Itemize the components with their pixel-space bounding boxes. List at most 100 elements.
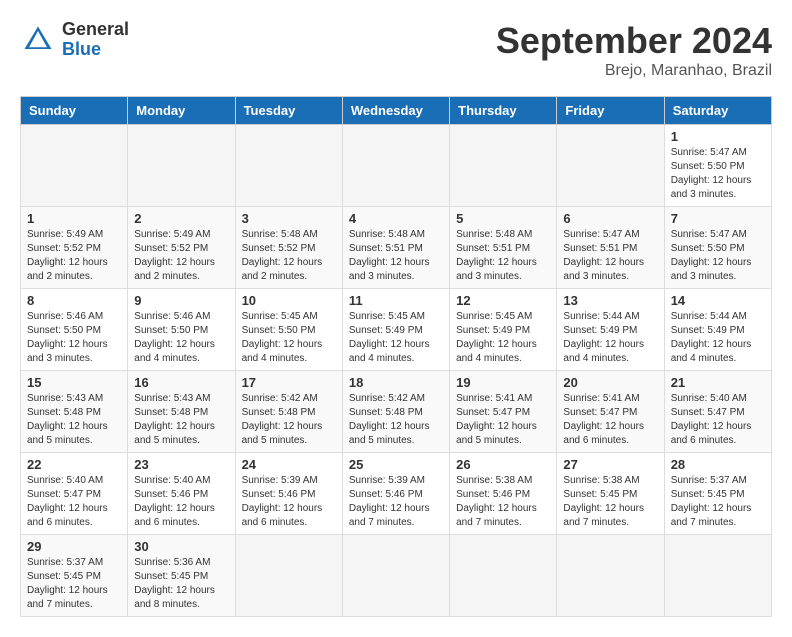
day-info: Sunrise: 5:48 AM Sunset: 5:51 PM Dayligh… <box>456 228 550 284</box>
day-info: Sunrise: 5:46 AM Sunset: 5:50 PM Dayligh… <box>27 310 121 366</box>
calendar-cell: 14 Sunrise: 5:44 AM Sunset: 5:49 PM Dayli… <box>664 289 771 371</box>
calendar-cell <box>557 535 664 617</box>
day-number: 6 <box>563 211 657 226</box>
calendar-header-row: SundayMondayTuesdayWednesdayThursdayFrid… <box>21 97 772 125</box>
calendar-cell <box>128 125 235 207</box>
calendar-cell: 30 Sunrise: 5:36 AM Sunset: 5:45 PM Dayli… <box>128 535 235 617</box>
day-number: 13 <box>563 293 657 308</box>
day-info: Sunrise: 5:37 AM Sunset: 5:45 PM Dayligh… <box>27 556 121 612</box>
day-info: Sunrise: 5:47 AM Sunset: 5:50 PM Dayligh… <box>671 146 765 202</box>
calendar-cell: 26Sunrise: 5:38 AM Sunset: 5:46 PM Dayli… <box>450 453 557 535</box>
calendar-cell: 1Sunrise: 5:49 AM Sunset: 5:52 PM Daylig… <box>21 207 128 289</box>
day-number: 26 <box>456 457 550 472</box>
day-info: Sunrise: 5:45 AM Sunset: 5:49 PM Dayligh… <box>456 310 550 366</box>
day-number: 16 <box>134 375 228 390</box>
calendar-cell: 2 Sunrise: 5:49 AM Sunset: 5:52 PM Daylig… <box>128 207 235 289</box>
calendar-cell: 17 Sunrise: 5:42 AM Sunset: 5:48 PM Dayli… <box>235 371 342 453</box>
day-info: Sunrise: 5:43 AM Sunset: 5:48 PM Dayligh… <box>27 392 121 448</box>
day-number: 15 <box>27 375 121 390</box>
calendar-cell: 27Sunrise: 5:38 AM Sunset: 5:45 PM Dayli… <box>557 453 664 535</box>
day-number: 9 <box>134 293 228 308</box>
day-of-week-header: Tuesday <box>235 97 342 125</box>
calendar-cell <box>664 535 771 617</box>
logo-icon <box>20 22 56 58</box>
calendar-cell: 18Sunrise: 5:42 AM Sunset: 5:48 PM Dayli… <box>342 371 449 453</box>
calendar-cell: 23 Sunrise: 5:40 AM Sunset: 5:46 PM Dayli… <box>128 453 235 535</box>
calendar-cell <box>342 535 449 617</box>
day-number: 2 <box>134 211 228 226</box>
day-number: 1 <box>671 129 765 144</box>
day-info: Sunrise: 5:39 AM Sunset: 5:46 PM Dayligh… <box>242 474 336 530</box>
day-info: Sunrise: 5:40 AM Sunset: 5:47 PM Dayligh… <box>27 474 121 530</box>
calendar-cell <box>21 125 128 207</box>
calendar-cell <box>557 125 664 207</box>
day-number: 19 <box>456 375 550 390</box>
calendar-cell: 4Sunrise: 5:48 AM Sunset: 5:51 PM Daylig… <box>342 207 449 289</box>
day-info: Sunrise: 5:49 AM Sunset: 5:52 PM Dayligh… <box>27 228 121 284</box>
calendar-cell: 19 Sunrise: 5:41 AM Sunset: 5:47 PM Dayli… <box>450 371 557 453</box>
day-of-week-header: Thursday <box>450 97 557 125</box>
page-header: General Blue September 2024 Brejo, Maran… <box>20 20 772 80</box>
day-info: Sunrise: 5:48 AM Sunset: 5:51 PM Dayligh… <box>349 228 443 284</box>
day-number: 30 <box>134 539 228 554</box>
calendar-cell <box>450 125 557 207</box>
day-info: Sunrise: 5:44 AM Sunset: 5:49 PM Dayligh… <box>563 310 657 366</box>
day-number: 25 <box>349 457 443 472</box>
day-number: 18 <box>349 375 443 390</box>
day-number: 17 <box>242 375 336 390</box>
day-info: Sunrise: 5:44 AM Sunset: 5:49 PM Dayligh… <box>671 310 765 366</box>
calendar-cell: 15 Sunrise: 5:43 AM Sunset: 5:48 PM Dayli… <box>21 371 128 453</box>
day-info: Sunrise: 5:49 AM Sunset: 5:52 PM Dayligh… <box>134 228 228 284</box>
day-info: Sunrise: 5:46 AM Sunset: 5:50 PM Dayligh… <box>134 310 228 366</box>
day-info: Sunrise: 5:47 AM Sunset: 5:50 PM Dayligh… <box>671 228 765 284</box>
day-info: Sunrise: 5:41 AM Sunset: 5:47 PM Dayligh… <box>456 392 550 448</box>
day-number: 12 <box>456 293 550 308</box>
calendar-cell: 3Sunrise: 5:48 AM Sunset: 5:52 PM Daylig… <box>235 207 342 289</box>
calendar-table: SundayMondayTuesdayWednesdayThursdayFrid… <box>20 96 772 617</box>
calendar-cell <box>450 535 557 617</box>
day-number: 14 <box>671 293 765 308</box>
calendar-week-row: 29 Sunrise: 5:37 AM Sunset: 5:45 PM Dayli… <box>21 535 772 617</box>
day-info: Sunrise: 5:36 AM Sunset: 5:45 PM Dayligh… <box>134 556 228 612</box>
day-number: 8 <box>27 293 121 308</box>
day-of-week-header: Saturday <box>664 97 771 125</box>
day-number: 10 <box>242 293 336 308</box>
day-info: Sunrise: 5:45 AM Sunset: 5:50 PM Dayligh… <box>242 310 336 366</box>
calendar-cell <box>235 125 342 207</box>
calendar-week-row: 22 Sunrise: 5:40 AM Sunset: 5:47 PM Dayli… <box>21 453 772 535</box>
calendar-cell: 22 Sunrise: 5:40 AM Sunset: 5:47 PM Dayli… <box>21 453 128 535</box>
location-title: Brejo, Maranhao, Brazil <box>496 62 772 80</box>
calendar-cell: 25 Sunrise: 5:39 AM Sunset: 5:46 PM Dayli… <box>342 453 449 535</box>
day-of-week-header: Friday <box>557 97 664 125</box>
logo: General Blue <box>20 20 129 60</box>
day-info: Sunrise: 5:45 AM Sunset: 5:49 PM Dayligh… <box>349 310 443 366</box>
day-info: Sunrise: 5:39 AM Sunset: 5:46 PM Dayligh… <box>349 474 443 530</box>
day-number: 3 <box>242 211 336 226</box>
day-number: 21 <box>671 375 765 390</box>
calendar-cell: 9 Sunrise: 5:46 AM Sunset: 5:50 PM Daylig… <box>128 289 235 371</box>
calendar-week-row: 8 Sunrise: 5:46 AM Sunset: 5:50 PM Daylig… <box>21 289 772 371</box>
day-of-week-header: Monday <box>128 97 235 125</box>
calendar-cell: 1 Sunrise: 5:47 AM Sunset: 5:50 PM Daylig… <box>664 125 771 207</box>
day-number: 24 <box>242 457 336 472</box>
day-info: Sunrise: 5:40 AM Sunset: 5:46 PM Dayligh… <box>134 474 228 530</box>
day-number: 11 <box>349 293 443 308</box>
calendar-cell: 6Sunrise: 5:47 AM Sunset: 5:51 PM Daylig… <box>557 207 664 289</box>
day-number: 23 <box>134 457 228 472</box>
calendar-cell: 12 Sunrise: 5:45 AM Sunset: 5:49 PM Dayli… <box>450 289 557 371</box>
calendar-cell: 13 Sunrise: 5:44 AM Sunset: 5:49 PM Dayli… <box>557 289 664 371</box>
day-info: Sunrise: 5:42 AM Sunset: 5:48 PM Dayligh… <box>242 392 336 448</box>
day-number: 29 <box>27 539 121 554</box>
day-number: 5 <box>456 211 550 226</box>
calendar-cell: 8 Sunrise: 5:46 AM Sunset: 5:50 PM Daylig… <box>21 289 128 371</box>
calendar-cell: 10 Sunrise: 5:45 AM Sunset: 5:50 PM Dayli… <box>235 289 342 371</box>
calendar-cell <box>235 535 342 617</box>
day-number: 20 <box>563 375 657 390</box>
calendar-cell: 5 Sunrise: 5:48 AM Sunset: 5:51 PM Daylig… <box>450 207 557 289</box>
calendar-cell: 21Sunrise: 5:40 AM Sunset: 5:47 PM Dayli… <box>664 371 771 453</box>
day-of-week-header: Sunday <box>21 97 128 125</box>
calendar-cell: 24 Sunrise: 5:39 AM Sunset: 5:46 PM Dayli… <box>235 453 342 535</box>
calendar-cell <box>342 125 449 207</box>
month-title: September 2024 <box>496 20 772 62</box>
day-number: 22 <box>27 457 121 472</box>
